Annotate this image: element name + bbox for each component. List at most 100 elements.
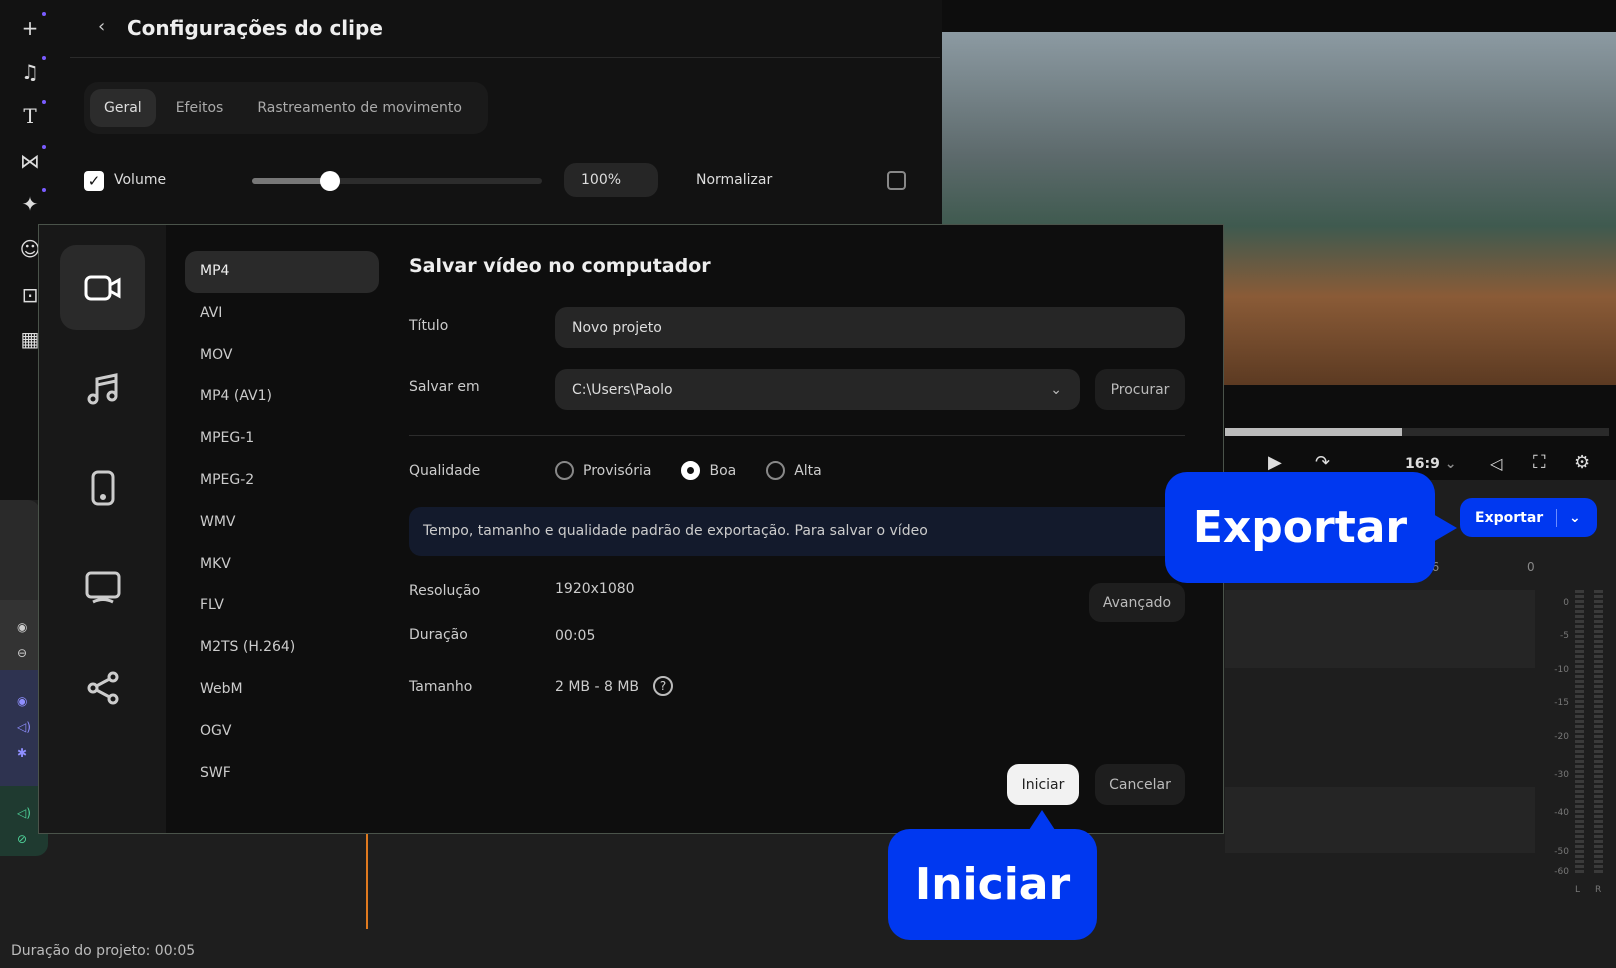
volume-icon[interactable]: ◁ [1490,454,1502,473]
radio-circle [681,461,701,480]
format-item[interactable]: SWF [185,753,379,791]
tab-effects[interactable]: Efeitos [162,89,238,127]
advanced-button[interactable]: Avançado [1089,583,1185,622]
share-icon[interactable] [60,645,145,730]
plus-icon[interactable]: + [18,12,46,40]
quality-good-radio[interactable]: Boa [681,461,736,480]
format-item[interactable]: MP4 [185,251,379,293]
play-icon[interactable]: ▶ [1268,452,1282,473]
chevron-down-icon[interactable]: ⌄ [1557,510,1581,526]
aspect-ratio-value: 16:9 [1405,456,1440,472]
volume-slider-thumb[interactable] [320,171,341,191]
export-button-label: Exportar [1475,509,1544,526]
divider [409,435,1185,436]
format-item[interactable]: WMV [185,502,379,544]
track-overlay-controls: ◉ ◁) ✱ [0,670,40,786]
meter-tick-label: -50 [1554,847,1569,857]
back-icon[interactable]: ‹ [98,16,105,37]
track-video-controls: ◉ ⊖ [0,600,40,670]
export-category-sidebar [39,225,166,833]
save-in-label: Salvar em [409,379,480,395]
format-item[interactable]: WebM [185,669,379,711]
help-icon[interactable]: ? [653,676,673,696]
quality-radio-group: Provisória Boa Alta [555,461,852,480]
volume-slider[interactable] [252,171,542,191]
save-location-value: C:\Users\Paolo [572,381,673,398]
format-item[interactable]: MP4 (AV1) [185,376,379,418]
duration-value: 00:05 [555,628,596,644]
meter-tick-label: -20 [1554,732,1569,742]
tv-icon[interactable] [60,545,145,630]
export-button[interactable]: Exportar ⌄ [1460,498,1597,537]
video-camera-icon[interactable] [60,245,145,330]
info-banner: Tempo, tamanho e qualidade padrão de exp… [409,507,1185,556]
volume-label: Volume [114,172,167,188]
size-label: Tamanho [409,679,473,695]
format-item[interactable]: MPEG-1 [185,418,379,460]
music-icon[interactable]: ♫ [18,56,46,84]
volume-value[interactable]: 100% [564,163,658,197]
phone-icon[interactable] [60,445,145,530]
start-button[interactable]: Iniciar [1007,764,1079,805]
format-item[interactable]: MPEG-2 [185,460,379,502]
volume-row: ✓ Volume 100% Normalizar [84,163,914,197]
tab-general[interactable]: Geral [90,89,156,127]
meter-tick-label: -5 [1560,631,1569,641]
transitions-icon[interactable]: ⋈ [18,145,46,173]
save-location-dropdown[interactable]: C:\Users\Paolo ⌄ [555,369,1080,410]
callout-pointer [1433,514,1457,542]
volume-checkbox[interactable]: ✓ [84,171,104,191]
export-dialog: MP4 AVI MOV MP4 (AV1) MPEG-1 MPEG-2 WMV MKV FLV M… [38,224,1224,834]
playback-progress[interactable] [1225,428,1609,436]
sparkle-icon[interactable]: ✦ [18,188,46,216]
radio-circle [766,461,786,480]
text-icon[interactable]: T [18,100,46,128]
radio-circle [555,461,574,480]
format-item[interactable]: MKV [185,544,379,586]
format-item[interactable]: FLV [185,585,379,627]
meter-tick-label: -40 [1554,808,1569,818]
cancel-button[interactable]: Cancelar [1095,764,1185,805]
meter-right-label: R [1595,885,1602,895]
radio-label: Provisória [583,462,652,479]
format-item[interactable]: M2TS (H.264) [185,627,379,669]
format-list[interactable]: MP4 AVI MOV MP4 (AV1) MPEG-1 MPEG-2 WMV MKV FLV M… [185,251,379,791]
quality-draft-radio[interactable]: Provisória [555,461,651,480]
settings-tabs: Geral Efeitos Rastreamento de movimento [84,82,488,134]
quality-high-radio[interactable]: Alta [766,461,822,480]
start-callout: Iniciar [888,829,1097,940]
audio-meter: L R 0 -5 -10 -15 -20 -30 -40 -50 -60 [1535,590,1605,910]
meter-tick-label: -10 [1554,665,1569,675]
format-item[interactable]: OGV [185,711,379,753]
ruler-label: 0 [1527,560,1535,574]
meter-tick-label: -60 [1554,867,1569,877]
fullscreen-icon[interactable]: ⛶ [1533,452,1546,473]
meter-tick-label: -30 [1554,770,1569,780]
browse-button[interactable]: Procurar [1095,369,1185,410]
chevron-down-icon: ⌄ [1050,381,1062,398]
size-value: 2 MB - 8 MB [555,679,640,695]
project-duration: Duração do projeto: 00:05 [11,943,196,959]
duration-label: Duração [409,627,468,643]
chevron-down-icon: ⌄ [1444,456,1457,472]
callout-pointer [1029,810,1055,830]
title-input[interactable]: Novo projeto [555,307,1185,348]
music-note-icon[interactable] [60,345,145,430]
title-label: Título [409,318,449,334]
aspect-ratio-select[interactable]: 16:9 ⌄ [1405,456,1456,472]
export-callout: Exportar [1165,472,1435,583]
normalize-label: Normalizar [696,172,773,188]
settings-gear-icon[interactable]: ⚙ [1574,452,1590,473]
panel-title: Configurações do clipe [127,16,383,40]
divider [70,57,940,58]
format-item[interactable]: AVI [185,293,379,335]
redo-icon[interactable]: ↷ [1315,452,1330,473]
quality-label: Qualidade [409,463,481,479]
meter-tick-label: 0 [1563,598,1569,608]
playhead[interactable] [366,834,368,929]
format-item[interactable]: MOV [185,335,379,377]
dialog-title: Salvar vídeo no computador [409,255,711,277]
radio-label: Alta [794,462,822,479]
normalize-checkbox[interactable] [887,171,906,190]
tab-motion-tracking[interactable]: Rastreamento de movimento [243,89,476,127]
